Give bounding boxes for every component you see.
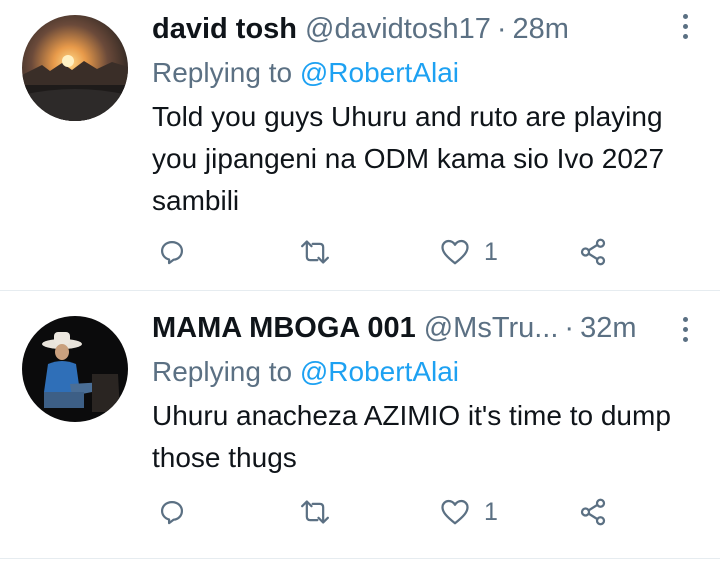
separator-dot: · [564, 312, 575, 344]
mention-link[interactable]: @RobertAlai [300, 57, 459, 88]
timestamp[interactable]: 32m [580, 311, 636, 345]
heart-icon [441, 239, 469, 265]
tweet[interactable]: MAMA MBOGA 001 @MsTru... · 32m Replying … [0, 291, 720, 561]
share-icon [580, 238, 606, 266]
like-count: 1 [484, 497, 498, 526]
sunset-photo-icon [22, 15, 128, 121]
share-icon [580, 498, 606, 526]
user-handle[interactable]: @MsTru... [424, 311, 559, 345]
tweet-text: Uhuru anacheza AZIMIO it's time to dump … [152, 400, 671, 473]
display-name[interactable]: MAMA MBOGA 001 [152, 311, 416, 345]
retweet-button[interactable] [298, 232, 332, 272]
share-button[interactable] [578, 232, 608, 272]
user-handle[interactable]: @davidtosh17 [305, 12, 491, 46]
replying-to-label: Replying to [152, 356, 293, 387]
replying-to-label: Replying to [152, 57, 293, 88]
heart-icon [441, 499, 469, 525]
reply-button[interactable] [158, 232, 186, 272]
avatar[interactable] [22, 316, 128, 422]
tweet-divider [0, 558, 720, 559]
replying-to: Replying to @RobertAlai [152, 56, 680, 90]
reply-button[interactable] [158, 492, 186, 532]
separator-dot: · [496, 13, 507, 45]
reply-icon [160, 500, 184, 525]
retweet-icon [301, 500, 329, 524]
like-count: 1 [484, 237, 498, 266]
display-name[interactable]: david tosh [152, 12, 297, 46]
like-button[interactable]: 1 [440, 492, 498, 532]
more-options-icon[interactable] [680, 14, 690, 39]
tweet-actions: 1 [152, 232, 622, 272]
tweet[interactable]: david tosh @davidtosh17 · 28m Replying t… [0, 0, 720, 291]
replying-to: Replying to @RobertAlai [152, 355, 680, 389]
tweet-text: Told you guys Uhuru and ruto are playing… [152, 101, 665, 216]
more-options-icon[interactable] [680, 317, 690, 342]
retweet-button[interactable] [298, 492, 332, 532]
tweet-actions: 1 [152, 492, 622, 532]
timestamp[interactable]: 28m [513, 12, 569, 46]
avatar[interactable] [22, 15, 128, 121]
cowboy-photo-icon [22, 316, 128, 422]
reply-icon [160, 240, 184, 265]
mention-link[interactable]: @RobertAlai [300, 356, 459, 387]
like-button[interactable]: 1 [440, 232, 498, 272]
share-button[interactable] [578, 492, 608, 532]
retweet-icon [301, 240, 329, 264]
